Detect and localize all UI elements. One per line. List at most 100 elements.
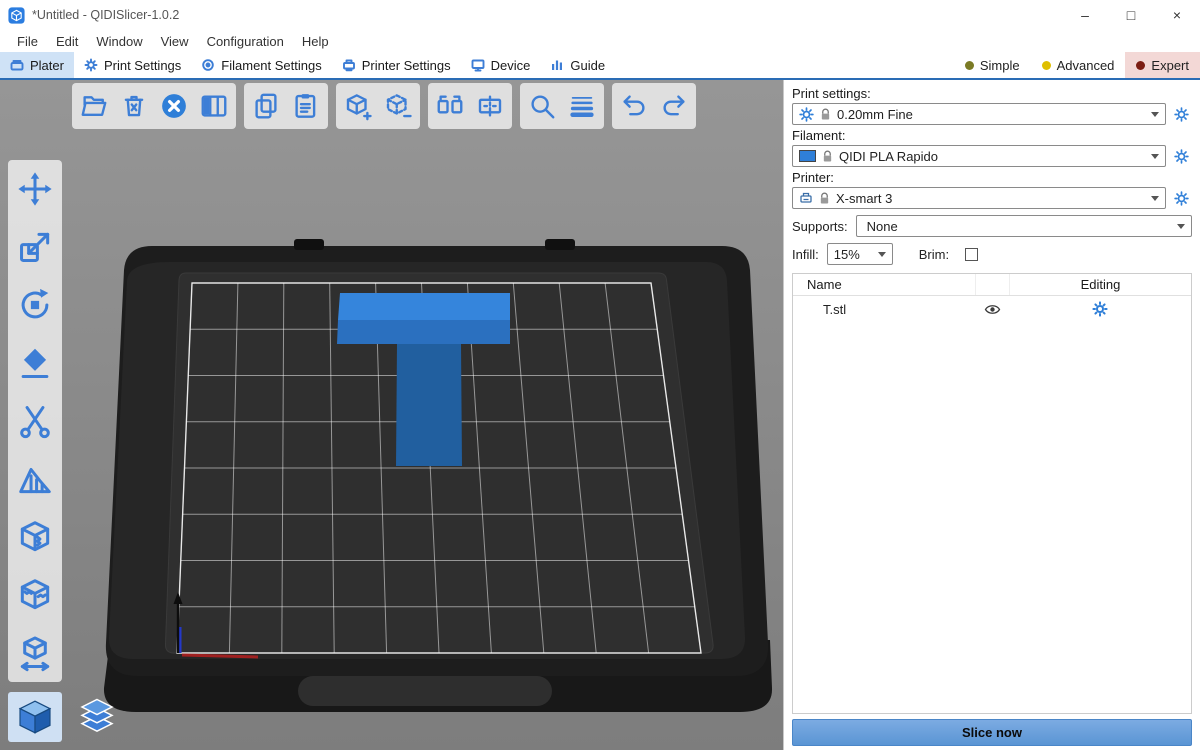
tab-label: Plater [30,58,64,73]
tab-print-settings[interactable]: Print Settings [74,52,191,78]
layers-preview-icon [77,697,117,737]
print-settings-gear-button[interactable] [1170,107,1192,122]
mode-simple[interactable]: Simple [954,52,1031,78]
menu-file[interactable]: File [8,34,47,49]
copy-icon [251,91,281,121]
maximize-button[interactable]: □ [1108,0,1154,30]
filament-color-swatch [799,150,816,162]
viewport[interactable] [0,80,783,750]
filament-label: Filament: [792,128,1192,143]
paste-button[interactable] [287,86,325,126]
mode-label: Advanced [1057,58,1115,73]
redo-icon [659,91,689,121]
seam-painting-tool-button[interactable] [12,514,58,560]
column-header-editing[interactable]: Editing [1009,274,1191,295]
brim-checkbox[interactable] [965,248,978,261]
delete-all-button[interactable] [155,86,193,126]
rotate-tool-button[interactable] [12,282,58,328]
eye-icon [984,303,1001,316]
gear-icon [1174,107,1189,122]
mode-advanced[interactable]: Advanced [1031,52,1126,78]
printer-gear-button[interactable] [1170,191,1192,206]
add-instance-button[interactable] [339,86,377,126]
object-edit-button[interactable] [1009,296,1191,322]
menu-edit[interactable]: Edit [47,34,87,49]
add-instance-icon [343,91,373,121]
support-painting-tool-button[interactable] [12,456,58,502]
3d-editor-view-button[interactable] [8,692,62,742]
app-window: *Untitled - QIDISlicer-1.0.2 – □ × File … [0,0,1200,750]
object-name: T.stl [793,302,975,317]
printer-combo[interactable]: X-smart 3 [792,187,1166,209]
rotate-icon [16,286,54,324]
tab-plater[interactable]: Plater [0,52,74,78]
mode-switcher: Simple Advanced Expert [954,52,1200,78]
scale-tool-button[interactable] [12,224,58,270]
menu-view[interactable]: View [152,34,198,49]
split-parts-button[interactable] [471,86,509,126]
seam-painting-icon [16,518,54,556]
expert-dot-icon [1136,61,1145,70]
tab-filament-settings[interactable]: Filament Settings [191,52,331,78]
menubar: File Edit Window View Configuration Help [0,30,1200,52]
variable-layer-height-button[interactable] [563,86,601,126]
toolbar-group-clipboard [244,83,328,129]
delete-button[interactable] [115,86,153,126]
gear-icon [1174,191,1189,206]
tab-guide[interactable]: Guide [540,52,615,78]
tab-device[interactable]: Device [461,52,541,78]
supports-combo[interactable]: None [856,215,1192,237]
place-on-face-tool-button[interactable] [12,340,58,386]
column-header-visibility[interactable] [975,274,1009,295]
undo-button[interactable] [615,86,653,126]
mode-label: Expert [1151,58,1189,73]
preview-button[interactable] [70,692,124,742]
visibility-toggle[interactable] [975,296,1009,322]
tab-printer-settings[interactable]: Printer Settings [332,52,461,78]
open-project-button[interactable] [75,86,113,126]
fuzzy-skin-tool-button[interactable] [12,572,58,618]
view-buttons [8,692,124,742]
tab-label: Printer Settings [362,58,451,73]
printer-label: Printer: [792,170,1192,185]
cut-tool-button[interactable] [12,398,58,444]
copy-button[interactable] [247,86,285,126]
paste-icon [291,91,321,121]
printer-value: X-smart 3 [836,191,892,206]
close-button[interactable]: × [1154,0,1200,30]
slice-now-button[interactable]: Slice now [792,719,1192,746]
filament-combo[interactable]: QIDI PLA Rapido [792,145,1166,167]
undo-icon [619,91,649,121]
redo-button[interactable] [655,86,693,126]
brim-label: Brim: [919,247,949,262]
object-row-tstl[interactable]: T.stl [793,296,1191,322]
toolbar-group-split [428,83,512,129]
infill-label: Infill: [792,247,819,262]
mode-expert[interactable]: Expert [1125,52,1200,78]
arrange-button[interactable] [195,86,233,126]
minimize-button[interactable]: – [1062,0,1108,30]
remove-instance-button[interactable] [379,86,417,126]
split-objects-button[interactable] [431,86,469,126]
print-settings-label: Print settings: [792,86,1192,101]
infill-combo[interactable]: 15% [827,243,893,265]
object-list: Name Editing T.stl [792,273,1192,714]
titlebar: *Untitled - QIDISlicer-1.0.2 – □ × [0,0,1200,30]
toolbar-group-view [520,83,604,129]
measure-tool-button[interactable] [12,630,58,676]
infill-value: 15% [834,247,860,262]
column-header-name[interactable]: Name [793,277,975,292]
menu-configuration[interactable]: Configuration [198,34,293,49]
3d-scene[interactable] [0,80,783,750]
tabbar: Plater Print Settings Filament Settings … [0,52,1200,80]
left-toolbar [8,160,62,682]
chevron-down-icon [1177,224,1185,229]
filament-gear-button[interactable] [1170,149,1192,164]
split-objects-icon [435,91,465,121]
menu-help[interactable]: Help [293,34,338,49]
search-button[interactable] [523,86,561,126]
print-settings-combo[interactable]: 0.20mm Fine [792,103,1166,125]
3d-view-cube-icon [15,697,55,737]
move-tool-button[interactable] [12,166,58,212]
menu-window[interactable]: Window [87,34,151,49]
